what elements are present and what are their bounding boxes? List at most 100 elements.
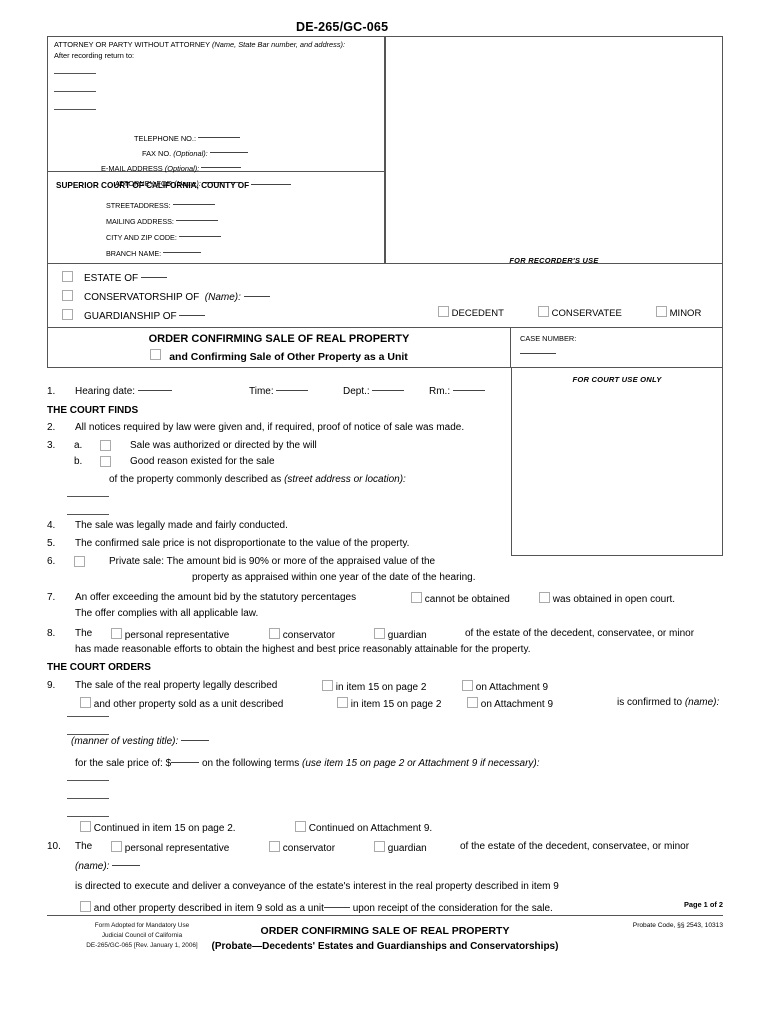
footer-code-reference: Probate Code, §§ 2543, 10313: [632, 922, 723, 929]
court-use-only-label: FOR COURT USE ONLY: [572, 375, 662, 384]
item3a-checkbox-wrap[interactable]: [100, 440, 111, 455]
estate-block: ESTATE OF CONSERVATORSHIP OF (Name): GUA…: [47, 264, 723, 328]
decedent-label: DECEDENT: [451, 308, 504, 319]
attorney-blank-line-2[interactable]: [54, 91, 96, 92]
item1-dept[interactable]: Dept.:: [343, 386, 405, 399]
estate-of-row[interactable]: ESTATE OF: [62, 271, 167, 284]
item10-unit-option[interactable]: and other property described in item 9 s…: [80, 901, 553, 916]
item10-option-conservator[interactable]: conservator: [269, 841, 335, 856]
item8-guardian-checkbox[interactable]: [374, 628, 385, 639]
item9-line1-attachment-checkbox[interactable]: [462, 680, 473, 691]
guardianship-checkbox[interactable]: [62, 309, 73, 320]
item9-continued-attachment-checkbox[interactable]: [295, 821, 306, 832]
street-address-field[interactable]: STREETADDRESS:: [106, 201, 215, 210]
conservatee-option[interactable]: CONSERVATEE: [538, 306, 622, 319]
item7-obtained-checkbox[interactable]: [539, 592, 550, 603]
item10-directed-text: is directed to execute and deliver a con…: [75, 881, 559, 892]
item3b-checkbox[interactable]: [100, 456, 111, 467]
estate-of-checkbox[interactable]: [62, 271, 73, 282]
item9-line2-attachment-checkbox[interactable]: [467, 697, 478, 708]
minor-label: MINOR: [669, 308, 702, 319]
item9-line1-item15-checkbox[interactable]: [322, 680, 333, 691]
item9-line2-opt1[interactable]: in item 15 on page 2: [337, 697, 441, 712]
item9-unit-checkbox[interactable]: [80, 697, 91, 708]
item9-vesting[interactable]: (manner of vesting title):: [71, 736, 210, 749]
item8-conservator-checkbox[interactable]: [269, 628, 280, 639]
conservatee-checkbox[interactable]: [538, 306, 549, 317]
item3b-text: Good reason existed for the sale: [130, 456, 275, 467]
item7-option-cannot[interactable]: cannot be obtained: [411, 592, 510, 607]
item10-unit-checkbox[interactable]: [80, 901, 91, 912]
item6-checkbox-wrap[interactable]: [74, 556, 85, 571]
item3b-checkbox-wrap[interactable]: [100, 456, 111, 471]
decedent-option[interactable]: DECEDENT: [438, 306, 504, 319]
guardianship-of-row[interactable]: GUARDIANSHIP OF: [62, 309, 206, 322]
item8-option-conservator[interactable]: conservator: [269, 628, 335, 643]
item9-line1-opt2[interactable]: on Attachment 9: [462, 680, 548, 695]
item1-time[interactable]: Time:: [249, 386, 309, 399]
item3a-label: a.: [74, 440, 83, 451]
item9-continued-item15[interactable]: Continued in item 15 on page 2.: [80, 821, 236, 836]
item7-obtained-label: was obtained in open court.: [552, 594, 676, 605]
city-zip-field[interactable]: CITY AND ZIP CODE:: [106, 233, 221, 242]
item7-cannot-checkbox[interactable]: [411, 592, 422, 603]
item6-line1: Private sale: The amount bid is 90% or m…: [109, 556, 436, 567]
item7-option-obtained[interactable]: was obtained in open court.: [539, 592, 675, 607]
item5-number: 5.: [47, 538, 56, 549]
item8-pr-checkbox[interactable]: [111, 628, 122, 639]
item10-name[interactable]: (name):: [75, 861, 141, 874]
form-title-line2[interactable]: and Confirming Sale of Other Property as…: [48, 349, 510, 363]
item4-number: 4.: [47, 520, 56, 531]
item9-terms-blank-1[interactable]: [67, 780, 109, 781]
item9-continued-item15-checkbox[interactable]: [80, 821, 91, 832]
item8-number: 8.: [47, 628, 56, 639]
item9-sale-price[interactable]: for the sale price of: $ on the followin…: [75, 758, 540, 771]
item3-blank-line-1[interactable]: [67, 496, 109, 497]
item9-line1-item15-label: in item 15 on page 2: [335, 682, 427, 693]
item9-line2-unit[interactable]: and other property sold as a unit descri…: [80, 697, 283, 712]
item3-blank-line-2[interactable]: [67, 514, 109, 515]
item9-confirmed-text: is confirmed to: [617, 697, 685, 708]
item9-line2-opt2[interactable]: on Attachment 9: [467, 697, 553, 712]
unit-sale-checkbox[interactable]: [150, 349, 162, 360]
item9-line1-opt1[interactable]: in item 15 on page 2: [322, 680, 426, 695]
item9-price-label: for the sale price of: $: [75, 758, 172, 769]
case-number-input[interactable]: [520, 353, 556, 354]
form-page: DE-265/GC-065 ATTORNEY OR PARTY WITHOUT …: [0, 0, 770, 1024]
item9-continued-item15-label: Continued in item 15 on page 2.: [93, 823, 236, 834]
item8-conservator-label: conservator: [282, 630, 336, 641]
item9-terms-blank-3[interactable]: [67, 816, 109, 817]
attorney-blank-line-1[interactable]: [54, 73, 96, 74]
guardianship-label: GUARDIANSHIP OF: [84, 311, 177, 322]
item10-option-guardian[interactable]: guardian: [374, 841, 427, 856]
telephone-field[interactable]: TELEPHONE NO.:: [134, 134, 241, 143]
item10-conservator-checkbox[interactable]: [269, 841, 280, 852]
item8-option-pr[interactable]: personal representative: [111, 628, 229, 643]
conservatorship-of-row[interactable]: CONSERVATORSHIP OF (Name):: [62, 290, 270, 303]
item3-desc-hint: (street address or location):: [284, 474, 406, 485]
minor-option[interactable]: MINOR: [656, 306, 701, 319]
item3a-checkbox[interactable]: [100, 440, 111, 451]
item9-line2-item15-checkbox[interactable]: [337, 697, 348, 708]
item1-rm[interactable]: Rm.:: [429, 386, 485, 399]
item10-option-pr[interactable]: personal representative: [111, 841, 229, 856]
item10-pr-checkbox[interactable]: [111, 841, 122, 852]
item9-blank-line-1[interactable]: [67, 716, 109, 717]
item6-checkbox[interactable]: [74, 556, 85, 567]
item10-guardian-checkbox[interactable]: [374, 841, 385, 852]
item9-terms-blank-2[interactable]: [67, 798, 109, 799]
decedent-checkbox[interactable]: [438, 306, 449, 317]
item1-hearing-date[interactable]: Hearing date:: [75, 386, 172, 399]
item9-continued-attachment[interactable]: Continued on Attachment 9.: [295, 821, 432, 836]
minor-checkbox[interactable]: [656, 306, 667, 317]
item9-continued-attachment-label: Continued on Attachment 9.: [308, 823, 433, 834]
conservatorship-checkbox[interactable]: [62, 290, 73, 301]
attorney-blank-line-3[interactable]: [54, 109, 96, 110]
item8-option-guardian[interactable]: guardian: [374, 628, 427, 643]
fax-field[interactable]: FAX NO. (Optional):: [142, 149, 248, 158]
heading-court-orders: THE COURT ORDERS: [47, 662, 151, 673]
item9-blank-line-2[interactable]: [67, 734, 109, 735]
branch-name-field[interactable]: BRANCH NAME:: [106, 249, 202, 258]
item10-pr-label: personal representative: [124, 843, 230, 854]
mailing-address-field[interactable]: MAILING ADDRESS:: [106, 217, 218, 226]
